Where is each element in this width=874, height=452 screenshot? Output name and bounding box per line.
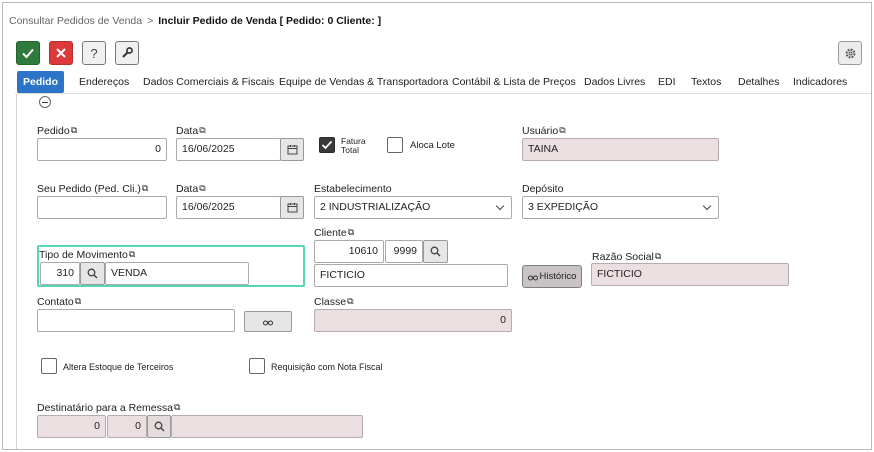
chevron-down-icon [495,201,505,211]
close-icon [56,48,66,58]
check-icon [321,140,333,150]
tab-dados-comerciais[interactable]: Dados Comerciais & Fiscais [137,71,280,93]
cliente-search-button[interactable] [423,240,448,263]
check-icon [22,48,34,59]
search-icon [430,246,441,257]
copy-icon: ⧉ [70,125,78,135]
collapse-section-button[interactable] [39,96,51,108]
copy-icon: ⧉ [199,125,206,135]
destinatario-val2-field: 0 [107,415,147,438]
razao-social-label: Razão Social⧉ [592,251,662,263]
tab-indicadores[interactable]: Indicadores [787,71,853,93]
requisicao-label: Requisição com Nota Fiscal [271,362,383,372]
estabelecimento-label: Estabelecimento [314,183,392,195]
classe-field: 0 [314,309,512,332]
breadcrumb: Consultar Pedidos de Venda > Incluir Pedid… [9,15,381,27]
cliente-name-field: FICTICIO [314,264,508,287]
tab-contabil[interactable]: Contábil & Lista de Preços [446,71,582,93]
cliente-label: Cliente⧉ [314,227,355,239]
gear-icon [845,48,855,58]
usuario-label: Usuário⧉ [522,125,566,137]
binoculars-icon [527,275,538,280]
classe-label: Classe⧉ [314,296,354,308]
tools-button[interactable] [115,41,139,65]
aloca-lote-checkbox[interactable] [387,137,403,153]
tipo-movimento-label: Tipo de Movimento⧉ [39,249,136,261]
search-icon [154,421,164,432]
deposito-label: Depósito [522,183,564,195]
destinatario-val1-field: 0 [37,415,106,438]
copy-icon: ⧉ [347,227,355,237]
tab-detalhes[interactable]: Detalhes [732,71,785,93]
copy-icon: ⧉ [559,125,566,135]
aloca-lote-label: Aloca Lote [410,140,455,151]
estabelecimento-select[interactable]: 2 INDUSTRIALIZAÇÃO [314,196,512,219]
requisicao-checkbox[interactable] [249,358,265,374]
copy-icon: ⧉ [128,249,136,259]
calendar-button[interactable] [280,138,304,161]
data-entrega-field[interactable]: 16/06/2025 [176,196,281,219]
data-entrega-label: Data⧉ [176,183,206,195]
settings-button[interactable] [838,41,862,65]
tipo-movimento-search-button[interactable] [80,262,105,285]
tab-divider [15,93,871,94]
pedido-label: Pedido⧉ [37,125,78,137]
destinatario-search-button[interactable] [147,415,171,438]
tab-dados-livres[interactable]: Dados Livres [578,71,651,93]
deposito-select[interactable]: 3 EXPEDIÇÃO [522,196,719,219]
tab-textos[interactable]: Textos [685,71,727,93]
tab-edi[interactable]: EDI [652,71,682,93]
tab-equipe-vendas[interactable]: Equipe de Vendas & Transportadora [273,71,454,93]
help-button[interactable]: ? [82,41,106,65]
deposito-value: 3 EXPEDIÇÃO [528,201,599,213]
tab-bar: Pedido Endereços Dados Comerciais & Fisc… [15,71,871,93]
copy-icon: ⧉ [74,296,82,306]
breadcrumb-parent-link[interactable]: Consultar Pedidos de Venda [9,15,142,27]
panel-left-border [16,93,17,449]
razao-social-field: FICTICIO [591,263,789,286]
destinatario-desc-field [171,415,363,438]
pedido-field[interactable]: 0 [37,138,167,161]
wrench-icon [122,47,133,58]
search-icon [87,268,98,279]
cliente-sub-field[interactable]: 9999 [385,240,423,263]
calendar-icon [287,145,297,155]
calendar-icon [287,203,297,213]
seu-pedido-label: Seu Pedido (Ped. Cli.)⧉ [37,183,149,195]
help-button-label: ? [90,45,98,61]
tab-pedido[interactable]: Pedido [17,71,65,93]
data-field[interactable]: 16/06/2025 [176,138,281,161]
tipo-movimento-desc-field: VENDA [105,262,249,285]
tab-enderecos[interactable]: Endereços [73,71,135,93]
altera-estoque-label: Altera Estoque de Terceiros [63,362,174,372]
destinatario-label: Destinatário para a Remessa⧉ [37,402,181,414]
usuario-field: TAINA [522,138,719,161]
copy-icon: ⧉ [173,402,181,412]
copy-icon: ⧉ [654,251,662,261]
fatura-total-checkbox[interactable] [319,137,335,153]
contato-label: Contato⧉ [37,296,82,308]
seu-pedido-field[interactable] [37,196,167,219]
binoculars-icon [263,320,273,325]
historico-button[interactable]: Histórico [522,265,582,288]
contato-field[interactable] [37,309,235,332]
fatura-total-label: Fatura Total [341,136,366,155]
data-label: Data⧉ [176,125,206,137]
historico-button-label: Histórico [539,271,577,282]
cliente-code-field[interactable]: 10610 [314,240,384,263]
copy-icon: ⧉ [141,183,149,193]
breadcrumb-current: Incluir Pedido de Venda [ Pedido: 0 Clie… [158,15,382,27]
cancel-button[interactable] [49,41,73,65]
confirm-button[interactable] [16,41,40,65]
altera-estoque-checkbox[interactable] [41,358,57,374]
contato-search-button[interactable] [244,311,292,332]
estabelecimento-value: 2 INDUSTRIALIZAÇÃO [320,201,431,213]
tipo-movimento-code-field[interactable]: 310 [40,262,80,285]
window: Consultar Pedidos de Venda > Incluir Pedid… [2,2,872,450]
breadcrumb-separator: > [147,15,154,27]
calendar-button[interactable] [280,196,304,219]
copy-icon: ⧉ [199,183,206,193]
copy-icon: ⧉ [347,296,354,306]
chevron-down-icon [702,201,712,211]
